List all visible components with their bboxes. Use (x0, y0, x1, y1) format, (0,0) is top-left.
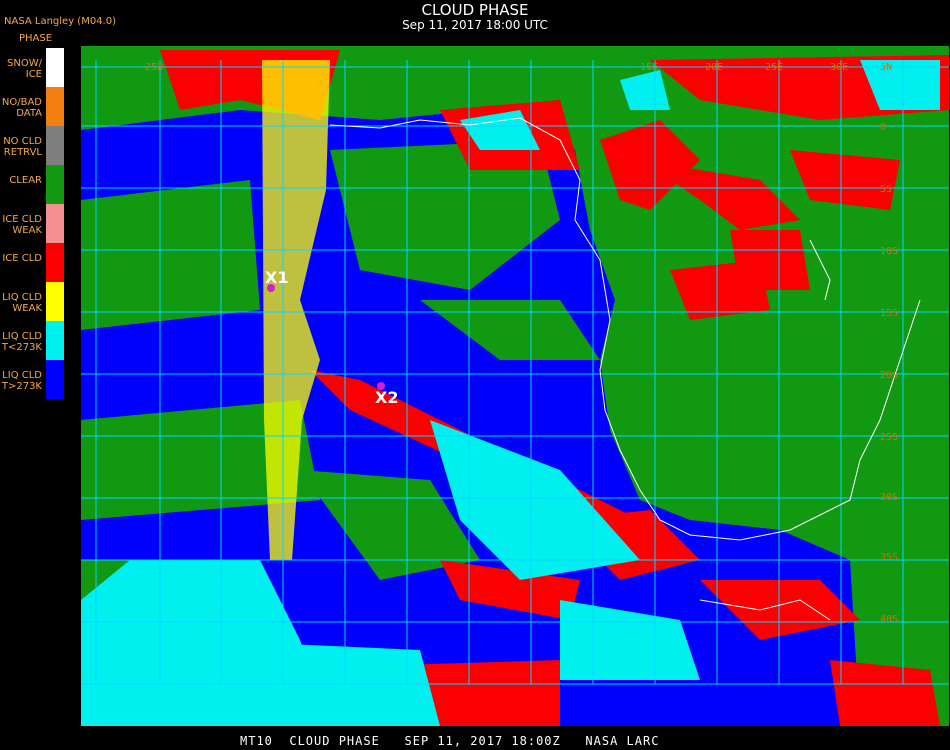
map-datetime: Sep 11, 2017 18:00 UTC (402, 18, 548, 32)
site-marker: X1 (265, 268, 289, 287)
latitude-label: 10S (880, 246, 898, 257)
longitude-label: 20E (705, 62, 723, 73)
legend-swatch (46, 48, 64, 87)
legend-label: LIQ CLD T<273K (1, 331, 42, 353)
legend-label: LIQ CLD WEAK (2, 292, 42, 314)
longitude-label: 25W (145, 62, 164, 73)
map-title: CLOUD PHASE (421, 1, 529, 19)
legend-title: PHASE (19, 33, 53, 44)
legend-swatch (46, 87, 64, 126)
legend-swatch (46, 321, 64, 360)
latitude-label: 5S (880, 184, 892, 195)
legend-swatch (46, 282, 64, 321)
legend-swatch (46, 126, 64, 165)
legend-label: SNOW/ ICE (7, 58, 42, 80)
legend-swatch (46, 243, 64, 282)
latitude-label: 25S (880, 432, 898, 443)
phase-region (200, 640, 440, 726)
legend-label: CLEAR (9, 175, 42, 186)
phase-region (81, 180, 260, 330)
latitude-label: 35S (880, 552, 898, 563)
legend-label: ICE CLD (2, 253, 42, 264)
longitude-label: 30E (830, 62, 848, 73)
latitude-label: 15S (880, 308, 898, 319)
site-marker: X2 (375, 388, 399, 407)
phase-region (830, 660, 940, 726)
cloud-phase-map: 25W 15E 20E 25E 30E 5N 0 5S 10S 15S 20S 25S 30S 35S 40… (81, 46, 949, 726)
latitude-label: 5N (880, 62, 892, 73)
longitude-label: 15E (640, 62, 658, 73)
legend-label: ICE CLD WEAK (2, 214, 42, 236)
footer-caption: MT10 CLOUD PHASE SEP 11, 2017 18:00Z NAS… (240, 734, 660, 748)
legend-swatch (46, 165, 64, 204)
latitude-label: 30S (880, 492, 898, 503)
legend-swatch (46, 360, 64, 399)
legend-label: NO CLD RETRVL (3, 136, 42, 158)
latitude-label: 40S (880, 614, 898, 625)
legend-swatch (46, 204, 64, 243)
latitude-label: 0 (880, 122, 886, 133)
organization-label: NASA Langley (M04.0) (4, 16, 116, 27)
phase-region (730, 230, 810, 290)
legend-label: LIQ CLD T>273K (1, 370, 42, 392)
longitude-label: 25E (765, 62, 783, 73)
legend-label: NO/BAD DATA (1, 97, 42, 119)
latitude-label: 20S (880, 370, 898, 381)
